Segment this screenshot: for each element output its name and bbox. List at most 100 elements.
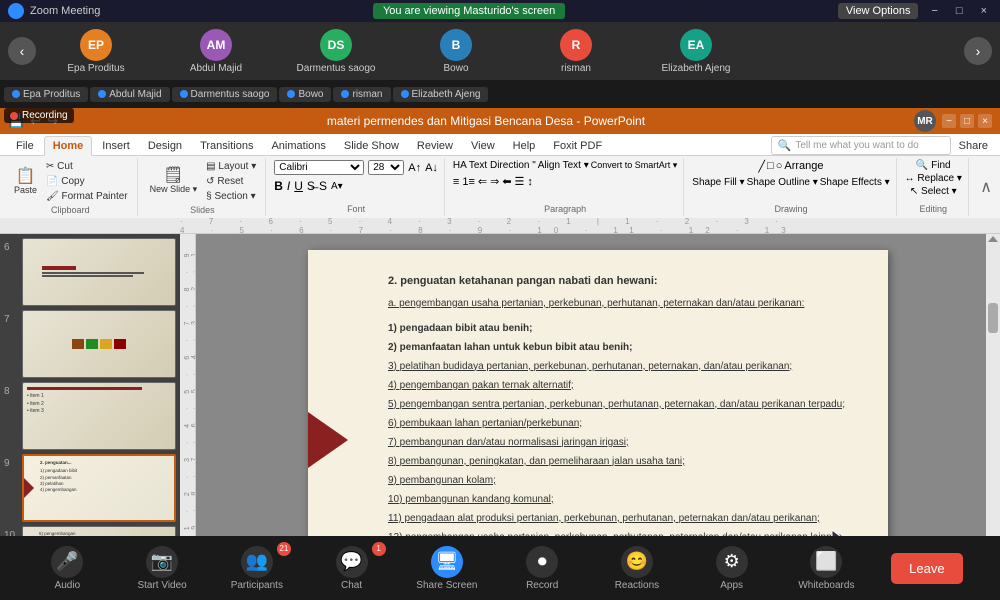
thumb-bowo[interactable]: Bowo xyxy=(279,87,331,102)
title-bar: Zoom Meeting You are viewing Masturido's… xyxy=(0,0,1000,22)
slide-preview-7[interactable] xyxy=(22,310,176,378)
font-size-select[interactable]: 28 xyxy=(368,160,404,175)
align-text-btn[interactable]: Align Text ▾ xyxy=(538,160,589,171)
participants-btn[interactable]: 👥 21 Participants xyxy=(227,546,287,591)
ribbon-collapse-btn[interactable]: ∧ xyxy=(980,177,992,197)
ribbon-group-slides: 🗒 New Slide ▾ ▤ Layout ▾ ↺ Reset § Secti… xyxy=(140,158,267,216)
replace-btn[interactable]: ↔ Replace ▾ xyxy=(905,173,962,184)
nav-left-arrow[interactable]: ‹ xyxy=(8,37,36,65)
shape-line-btn[interactable]: ╱ xyxy=(758,160,765,173)
bullets-btn[interactable]: ≡ xyxy=(453,176,459,188)
slide-thumb-9[interactable]: 9 2. penguatan... 1) pengadaan bibit 2) … xyxy=(4,454,176,522)
tab-transitions[interactable]: Transitions xyxy=(192,137,261,155)
bold-btn[interactable]: B xyxy=(274,179,283,193)
thumb-epa[interactable]: Epa Proditus xyxy=(4,87,88,102)
font-family-select[interactable]: Calibri xyxy=(274,160,364,175)
slide-thumb-8[interactable]: 8 • item 1• item 2• item 3 xyxy=(4,382,176,450)
apps-btn[interactable]: ⚙ Apps xyxy=(702,546,762,591)
strikethrough-btn[interactable]: S̶ xyxy=(307,179,315,193)
slide-thumb-7[interactable]: 7 xyxy=(4,310,176,378)
thumb-abdul[interactable]: Abdul Majid xyxy=(90,87,169,102)
video-btn[interactable]: 📷 Start Video xyxy=(132,546,192,591)
numbering-btn[interactable]: 1≡ xyxy=(462,176,475,188)
share-btn[interactable]: Share xyxy=(959,140,988,152)
select-btn[interactable]: ↖ Select ▾ xyxy=(910,186,957,197)
participant-epa[interactable]: EP Epa Proditus xyxy=(36,25,156,78)
thumb-darmentus[interactable]: Darmentus saogo xyxy=(172,87,278,102)
shape-fill-btn[interactable]: Shape Fill ▾ xyxy=(692,177,744,188)
vertical-scrollbar[interactable] xyxy=(986,234,1000,550)
whiteboards-btn[interactable]: ⬜ Whiteboards xyxy=(796,546,856,591)
ppt-restore-btn[interactable]: □ xyxy=(960,114,974,128)
line-spacing-btn[interactable]: ↕ xyxy=(527,176,533,188)
tab-slideshow[interactable]: Slide Show xyxy=(336,137,407,155)
tab-review[interactable]: Review xyxy=(409,137,461,155)
shadow-btn[interactable]: S xyxy=(319,179,327,193)
participant-abdul[interactable]: AM Abdul Majid xyxy=(156,25,276,78)
reactions-btn[interactable]: 😊 Reactions xyxy=(607,546,667,591)
shape-outline-btn[interactable]: Shape Outline ▾ xyxy=(747,177,818,188)
view-options-btn[interactable]: View Options xyxy=(838,3,919,19)
italic-btn[interactable]: I xyxy=(287,179,290,193)
chat-btn[interactable]: 💬 1 Chat xyxy=(322,546,382,591)
audio-btn[interactable]: 🎤 Audio xyxy=(37,546,97,591)
tab-design[interactable]: Design xyxy=(140,137,190,155)
indent-increase-btn[interactable]: ⇒ xyxy=(490,175,499,188)
shape-rect-btn[interactable]: □ xyxy=(767,160,774,173)
underline-btn[interactable]: U xyxy=(294,179,303,193)
tab-home[interactable]: Home xyxy=(44,136,93,156)
tab-help[interactable]: Help xyxy=(505,137,544,155)
scroll-up-btn[interactable] xyxy=(988,236,998,242)
ppt-close-btn[interactable]: × xyxy=(978,114,992,128)
tab-insert[interactable]: Insert xyxy=(94,137,138,155)
participant-risman[interactable]: R risman xyxy=(516,25,636,78)
share-screen-btn[interactable]: 🖥 Share Screen xyxy=(416,546,477,591)
nav-right-arrow[interactable]: › xyxy=(964,37,992,65)
format-painter-btn[interactable]: 🖌 Format Painter xyxy=(43,190,131,203)
tab-foxitpdf[interactable]: Foxit PDF xyxy=(545,137,610,155)
ribbon-group-clipboard: 📋 Paste ✂ Cut 📄 Copy 🖌 Format Painter Cl… xyxy=(4,158,138,216)
new-slide-btn[interactable]: 🗒 New Slide ▾ xyxy=(146,166,202,197)
whiteboards-icon: ⬜ xyxy=(810,546,842,578)
video-label: Start Video xyxy=(137,580,186,591)
record-btn[interactable]: ⏺ Record xyxy=(512,546,572,591)
copy-btn[interactable]: 📄 Copy xyxy=(43,175,131,188)
slide-preview-8[interactable]: • item 1• item 2• item 3 xyxy=(22,382,176,450)
slide-thumb-6[interactable]: 6 xyxy=(4,238,176,306)
indent-decrease-btn[interactable]: ⇐ xyxy=(478,175,487,188)
tab-view[interactable]: View xyxy=(463,137,503,155)
shape-effects-btn[interactable]: Shape Effects ▾ xyxy=(820,177,890,188)
slide-preview-9[interactable]: 2. penguatan... 1) pengadaan bibit 2) pe… xyxy=(22,454,176,522)
maximize-btn[interactable]: □ xyxy=(951,4,968,18)
align-left-btn[interactable]: ⬅ xyxy=(502,175,511,188)
thumb-risman[interactable]: risman xyxy=(333,87,390,102)
text-direction-btn[interactable]: HA Text Direction " xyxy=(453,160,536,171)
thumb-elizabeth[interactable]: Elizabeth Ajeng xyxy=(393,87,489,102)
tab-file[interactable]: File xyxy=(8,137,42,155)
find-btn[interactable]: 🔍 Find xyxy=(916,160,951,171)
section-btn[interactable]: § Section ▾ xyxy=(203,190,259,203)
app-name: Zoom Meeting xyxy=(30,5,100,17)
align-center-btn[interactable]: ☰ xyxy=(515,175,525,188)
scroll-thumb[interactable] xyxy=(988,303,998,333)
reset-btn[interactable]: ↺ Reset xyxy=(203,175,259,188)
font-decrease-btn[interactable]: A↓ xyxy=(425,162,438,174)
cut-btn[interactable]: ✂ Cut xyxy=(43,160,131,173)
participant-darmentus[interactable]: DS Darmentus saogo xyxy=(276,25,396,78)
paste-btn[interactable]: 📋 Paste xyxy=(10,167,41,197)
minimize-btn[interactable]: − xyxy=(926,4,942,18)
close-btn[interactable]: × xyxy=(976,4,992,18)
participant-bowo[interactable]: B Bowo xyxy=(396,25,516,78)
tab-animations[interactable]: Animations xyxy=(263,137,333,155)
font-increase-btn[interactable]: A↑ xyxy=(408,162,421,174)
shape-oval-btn[interactable]: ○ xyxy=(776,160,783,173)
slide-preview-6[interactable] xyxy=(22,238,176,306)
arrange-btn[interactable]: Arrange xyxy=(784,160,823,173)
leave-btn[interactable]: Leave xyxy=(891,553,962,584)
layout-btn[interactable]: ▤ Layout ▾ xyxy=(203,160,259,173)
convert-smartart-btn[interactable]: Convert to SmartArt ▾ xyxy=(591,160,678,171)
ppt-minimize-btn[interactable]: − xyxy=(942,114,956,128)
participant-elizabeth[interactable]: EA Elizabeth Ajeng xyxy=(636,25,756,78)
search-placeholder[interactable]: Tell me what you want to do xyxy=(795,140,918,151)
font-color-btn[interactable]: A▾ xyxy=(331,181,343,192)
